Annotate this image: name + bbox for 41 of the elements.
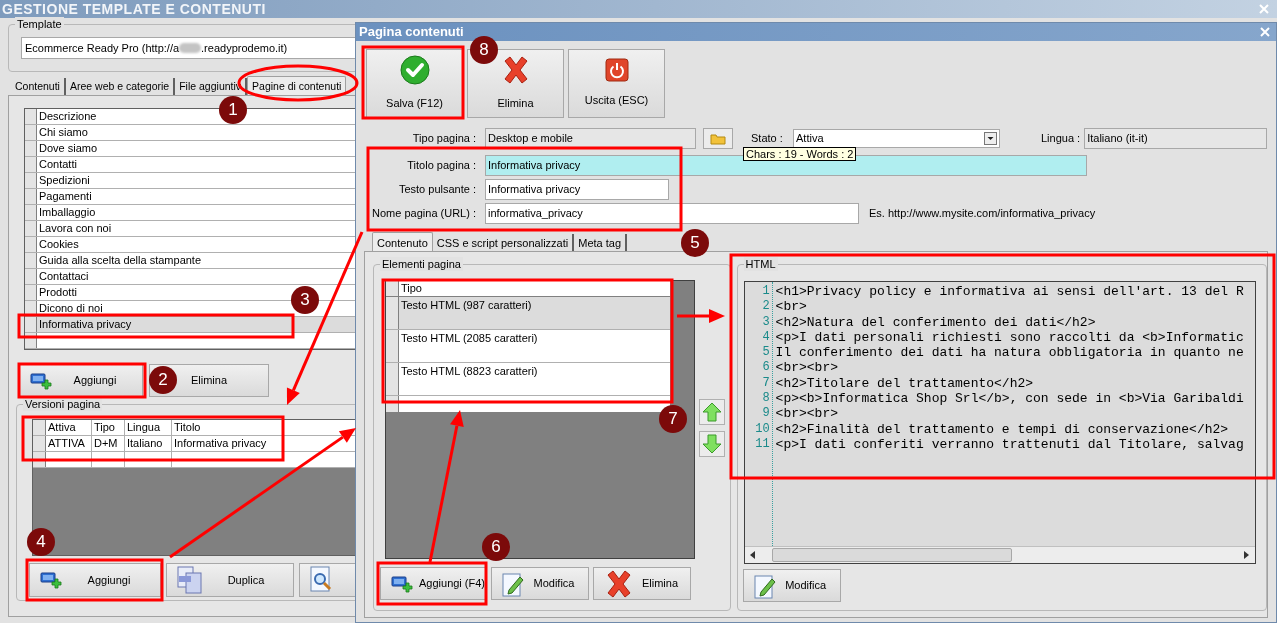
field-label: Nome pagina (URL) : [371,206,477,222]
column-header: Lingua [125,420,172,435]
field-label: Tipo pagina : [411,131,477,147]
code-line: <br><br> [775,406,840,422]
line-number: 10 [754,421,771,437]
column-header: Attiva [46,420,92,435]
line-number: 5 [761,345,771,361]
field-label: Stato : [751,131,784,147]
table-cell: Italiano [125,436,172,451]
line-number: 6 [761,360,771,376]
field-label: Testo pulsante : [397,182,477,198]
code-line: <p>I dati personali richiesti sono raccolti da <b>Informatic [775,329,1245,346]
group-label: Elementi pagina [380,257,463,271]
code-line: <br><br> [775,360,840,376]
code-line: <h2>Natura del conferimento dei dati</h2> [775,314,1097,330]
window-title: GESTIONE TEMPLATE E CONTENUTI [2,0,266,19]
code-line: <br> [775,299,808,315]
group-label: Template [15,17,64,31]
line-number: 1 [761,284,771,300]
table-cell: D+M [92,436,125,451]
code-line: <h2>Titolare del trattamento</h2> [775,375,1035,392]
line-number: 2 [761,299,771,315]
group-label: HTML [743,257,778,271]
column-header: Tipo [92,420,125,435]
line-number: 3 [761,314,771,330]
line-number: 11 [754,436,771,453]
line-number: 9 [761,406,771,422]
code-line: <h2>Finalità del trattamento e tempi di conservazione</h2> [775,421,1230,437]
code-line: Il conferimento dei dati ha natura obbligatoria in quanto ne [775,345,1245,361]
hint-text: Es. http://www.mysite.com/informativa_privacy [869,206,1096,222]
table-cell: ATTIVA [46,436,92,451]
field-label: Titolo pagina : [406,158,477,174]
line-number: 7 [761,375,771,392]
line-number: 4 [761,329,771,346]
code-line: <p>I dati conferiti verranno trattenuti dal Titolare, salvag [775,436,1245,453]
field-label: Lingua : [1041,131,1082,147]
code-line: <p><b>Informatica Shop Srl</b>, con sede in <b>Via Garibaldi [775,391,1245,407]
code-line: <h1>Privacy policy e informativa ai sensi dell'art. 13 del R [775,284,1245,300]
line-number: 8 [761,391,771,407]
column-header: Tipo [400,281,423,296]
tooltip: Chars : 19 - Words : 2 [743,147,857,161]
